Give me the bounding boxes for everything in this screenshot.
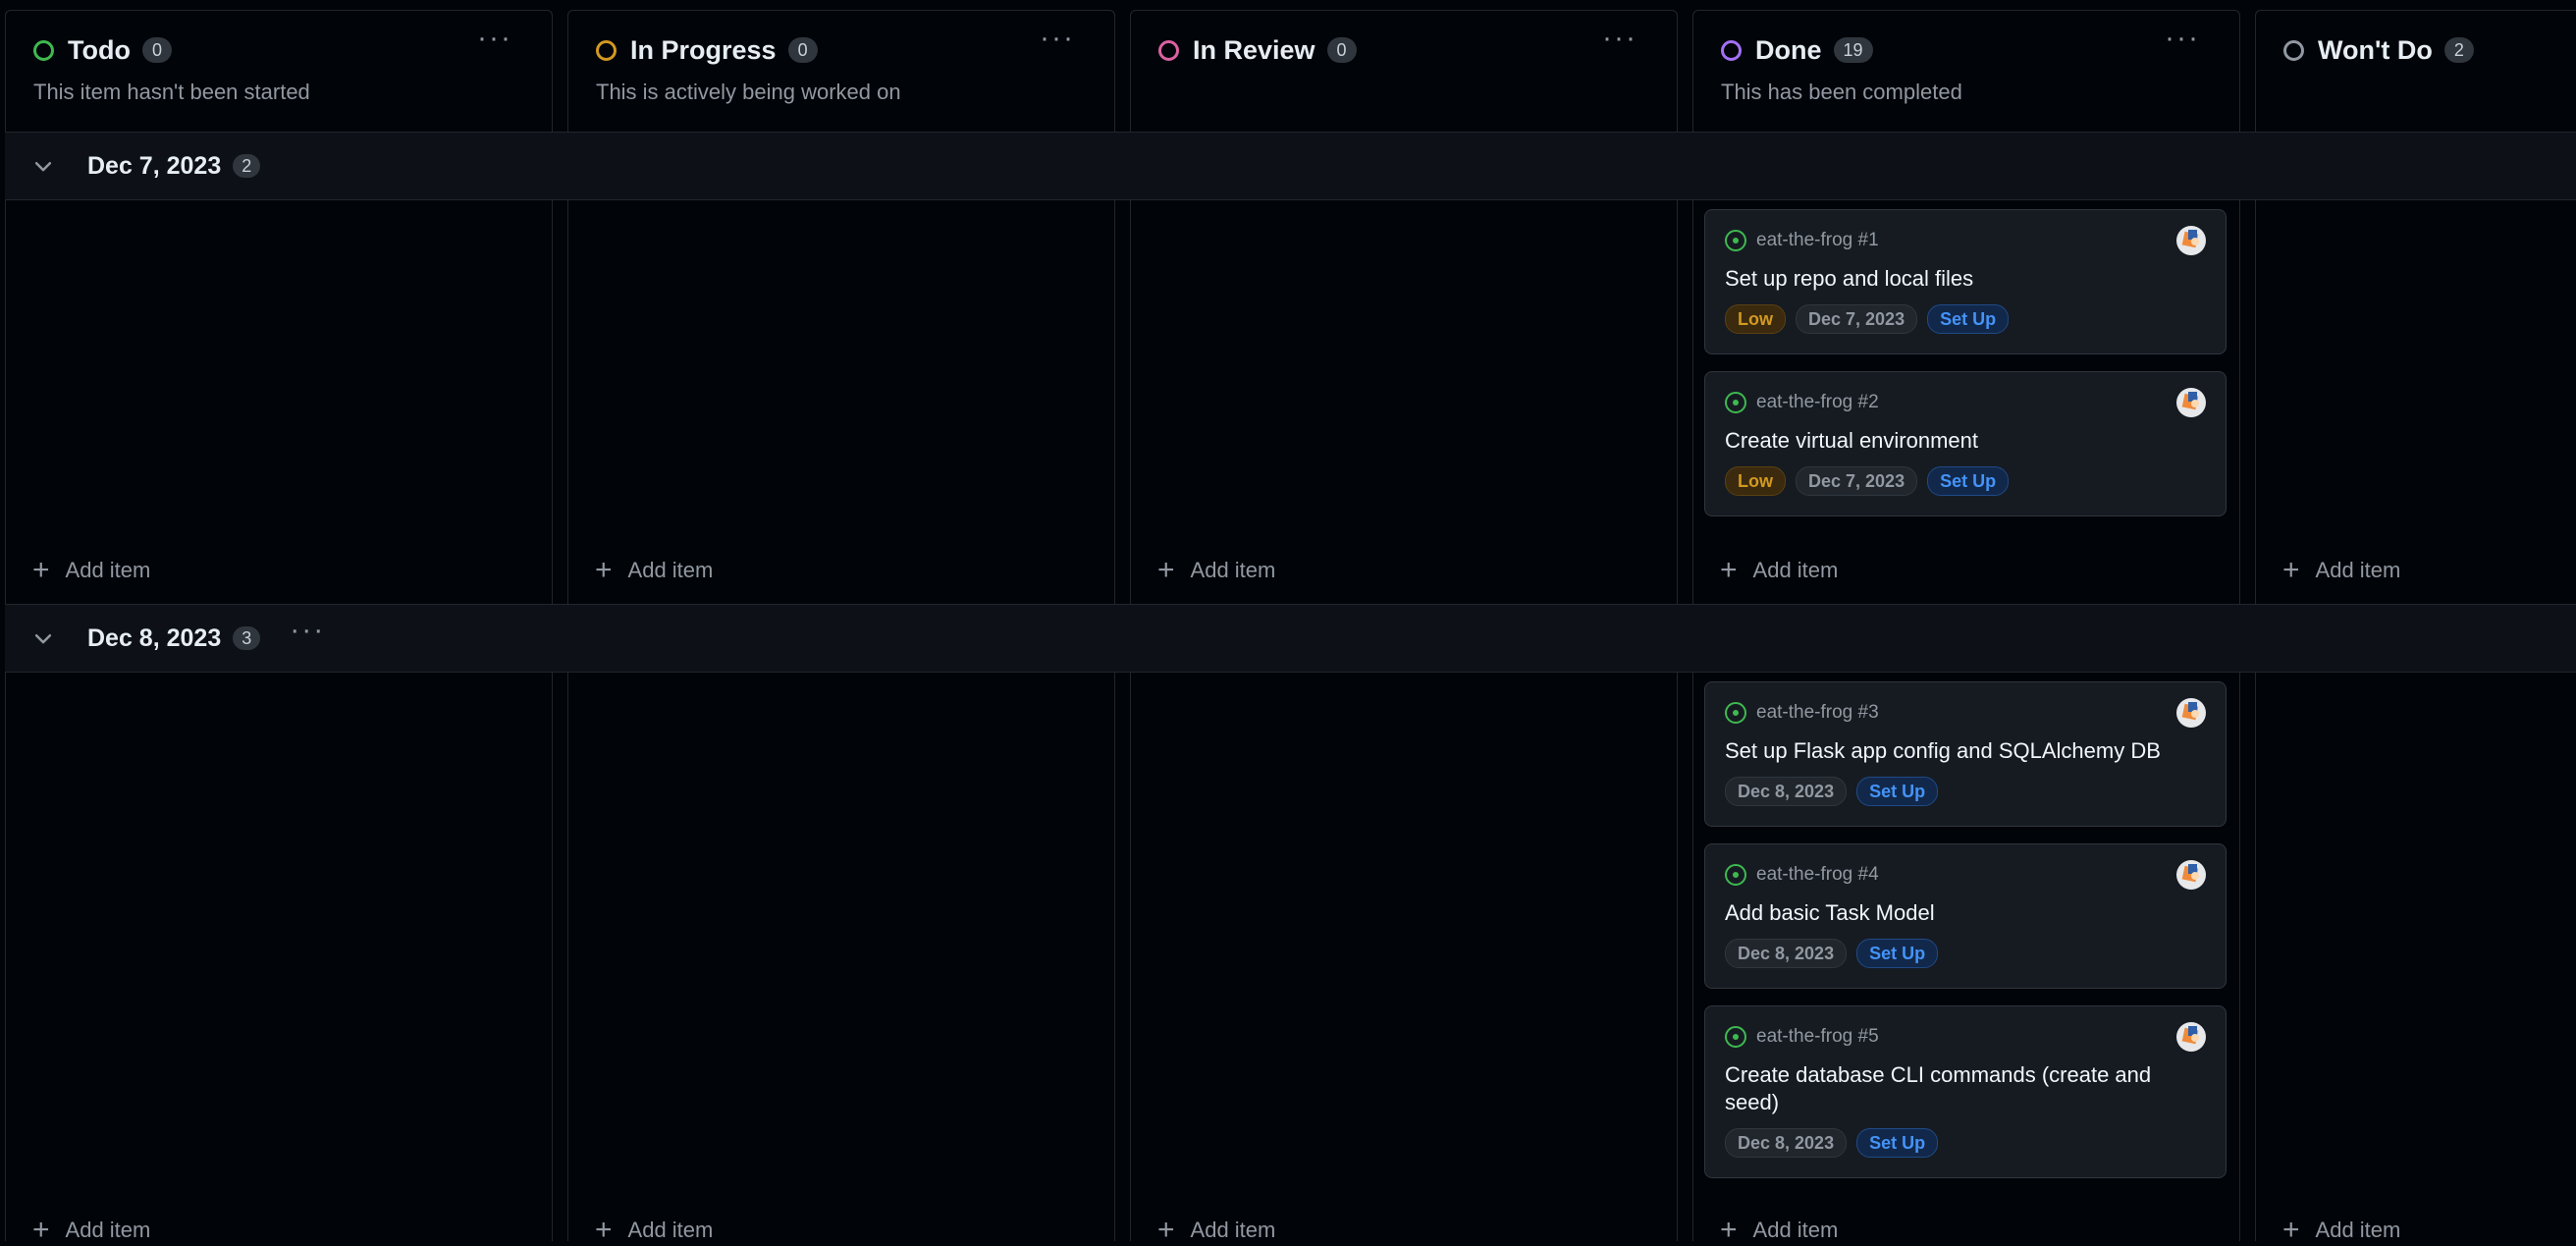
- column-menu-button[interactable]: ···: [2165, 24, 2200, 53]
- status-circle-icon: [2283, 39, 2304, 61]
- column-title: In Review: [1193, 34, 1315, 65]
- add-item-button[interactable]: + Add item: [1720, 554, 1838, 586]
- issue-card[interactable]: eat-the-frog #1 Set up repo and local fi…: [1704, 209, 2227, 354]
- avatar[interactable]: [2176, 226, 2206, 255]
- avatar[interactable]: [2176, 860, 2206, 890]
- category-label: Set Up: [1856, 777, 1939, 806]
- plus-icon: +: [1157, 1214, 1175, 1246]
- issue-card[interactable]: eat-the-frog #2 Create virtual environme…: [1704, 371, 2227, 516]
- priority-label: Low: [1725, 466, 1786, 496]
- add-item-button[interactable]: + Add item: [1157, 554, 1275, 586]
- plus-icon: +: [1720, 554, 1738, 586]
- column-menu-button[interactable]: ···: [1040, 24, 1075, 53]
- issue-open-icon: [1725, 230, 1746, 251]
- group-title: Dec 8, 2023: [87, 623, 222, 652]
- add-item-button[interactable]: + Add item: [32, 554, 150, 586]
- issue-reference[interactable]: eat-the-frog #3: [1756, 702, 1879, 724]
- chevron-down-icon[interactable]: [32, 155, 54, 177]
- plus-icon: +: [1720, 1214, 1738, 1246]
- issue-open-icon: [1725, 864, 1746, 886]
- plus-icon: +: [32, 1214, 50, 1246]
- column-header-in-review: In Review 0 ···: [1130, 10, 1678, 132]
- issue-title[interactable]: Set up Flask app config and SQLAlchemy D…: [1725, 737, 2206, 765]
- category-label: Set Up: [1856, 939, 1939, 968]
- column-description: This is actively being worked on: [596, 80, 901, 104]
- column-count: 0: [1326, 37, 1357, 63]
- group-menu-button[interactable]: ···: [290, 614, 325, 647]
- column-description: This has been completed: [1721, 80, 1962, 104]
- issue-title[interactable]: Create virtual environment: [1725, 427, 2206, 455]
- plus-icon: +: [2282, 554, 2300, 586]
- add-item-button[interactable]: + Add item: [595, 1214, 713, 1246]
- issue-reference[interactable]: eat-the-frog #4: [1756, 864, 1879, 886]
- column-header-todo: Todo 0 ··· This item hasn't been started: [5, 10, 553, 132]
- add-item-button[interactable]: + Add item: [1720, 1214, 1838, 1246]
- issue-open-icon: [1725, 1026, 1746, 1048]
- issue-card[interactable]: eat-the-frog #5 Create database CLI comm…: [1704, 1005, 2227, 1178]
- issue-reference[interactable]: eat-the-frog #1: [1756, 230, 1879, 251]
- issue-title[interactable]: Set up repo and local files: [1725, 265, 2206, 293]
- column-title: Done: [1755, 34, 1822, 65]
- issue-title[interactable]: Create database CLI commands (create and…: [1725, 1061, 2206, 1116]
- group-header: Dec 8, 2023 3 ···: [5, 604, 2576, 673]
- add-item-button[interactable]: + Add item: [2282, 1214, 2400, 1246]
- plus-icon: +: [595, 554, 613, 586]
- category-label: Set Up: [1927, 304, 2010, 334]
- group-title: Dec 7, 2023: [87, 151, 222, 180]
- date-label: Dec 8, 2023: [1725, 1128, 1848, 1158]
- status-circle-icon: [33, 39, 54, 61]
- group-count: 3: [233, 626, 261, 650]
- status-circle-icon: [596, 39, 617, 61]
- column-header-in-progress: In Progress 0 ··· This is actively being…: [567, 10, 1115, 132]
- group-header: Dec 7, 2023 2: [5, 132, 2576, 200]
- issue-title[interactable]: Add basic Task Model: [1725, 899, 2206, 927]
- issue-open-icon: [1725, 392, 1746, 413]
- column-menu-button[interactable]: ···: [1602, 24, 1637, 53]
- issue-reference[interactable]: eat-the-frog #5: [1756, 1026, 1879, 1048]
- column-menu-button[interactable]: ···: [477, 24, 512, 53]
- category-label: Set Up: [1927, 466, 2010, 496]
- plus-icon: +: [32, 554, 50, 586]
- category-label: Set Up: [1856, 1128, 1939, 1158]
- avatar[interactable]: [2176, 1022, 2206, 1052]
- column-description: This item hasn't been started: [33, 80, 310, 104]
- chevron-down-icon[interactable]: [32, 627, 54, 649]
- issue-open-icon: [1725, 702, 1746, 724]
- column-title: In Progress: [630, 34, 777, 65]
- column-header-wont-do: Won't Do 2: [2255, 10, 2576, 132]
- plus-icon: +: [2282, 1214, 2300, 1246]
- column-count: 0: [787, 37, 818, 63]
- add-item-button[interactable]: + Add item: [1157, 1214, 1275, 1246]
- column-count: 19: [1833, 37, 1873, 63]
- column-count: 0: [141, 37, 172, 63]
- add-item-button[interactable]: + Add item: [32, 1214, 150, 1246]
- date-label: Dec 8, 2023: [1725, 939, 1848, 968]
- issue-card[interactable]: eat-the-frog #4 Add basic Task Model Dec…: [1704, 843, 2227, 989]
- avatar[interactable]: [2176, 388, 2206, 417]
- column-count: 2: [2443, 37, 2474, 63]
- add-item-button[interactable]: + Add item: [595, 554, 713, 586]
- avatar[interactable]: [2176, 698, 2206, 728]
- add-item-button[interactable]: + Add item: [2282, 554, 2400, 586]
- column-header-done: Done 19 ··· This has been completed: [1692, 10, 2240, 132]
- column-title: Won't Do: [2318, 34, 2433, 65]
- issue-reference[interactable]: eat-the-frog #2: [1756, 392, 1879, 413]
- plus-icon: +: [1157, 554, 1175, 586]
- status-circle-icon: [1158, 39, 1179, 61]
- priority-label: Low: [1725, 304, 1786, 334]
- date-label: Dec 8, 2023: [1725, 777, 1848, 806]
- date-label: Dec 7, 2023: [1796, 466, 1918, 496]
- status-circle-icon: [1721, 39, 1742, 61]
- plus-icon: +: [595, 1214, 613, 1246]
- issue-card[interactable]: eat-the-frog #3 Set up Flask app config …: [1704, 681, 2227, 827]
- date-label: Dec 7, 2023: [1796, 304, 1918, 334]
- group-count: 2: [233, 154, 261, 178]
- column-title: Todo: [68, 34, 131, 65]
